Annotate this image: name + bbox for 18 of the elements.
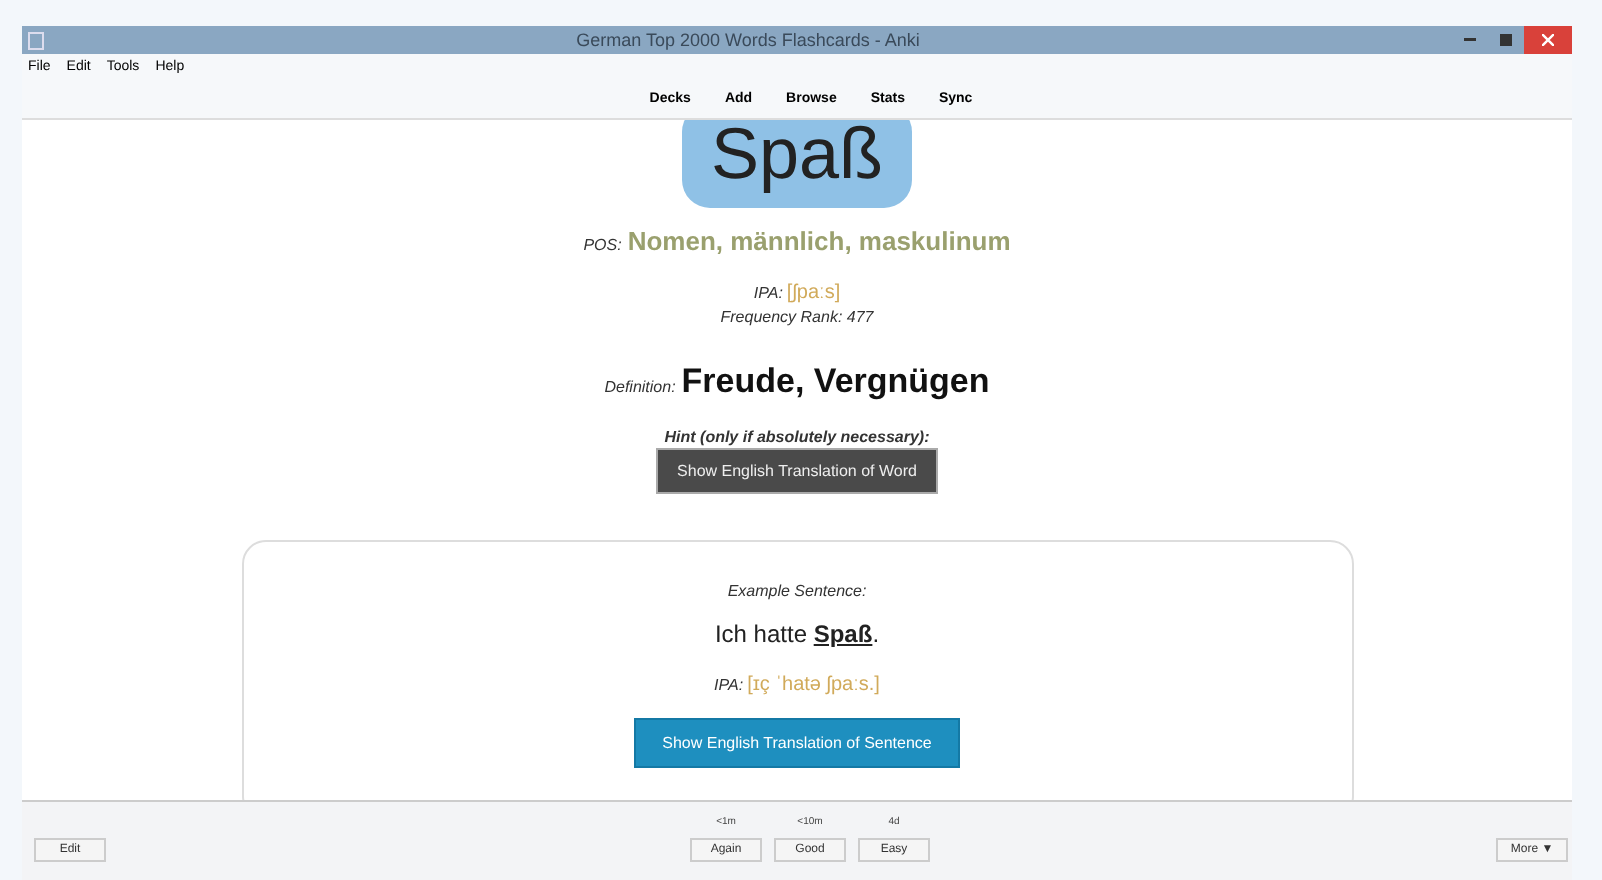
field-label: IPA: [753,284,783,302]
frequency-rank: Frequency Rank: 477 [720,308,874,326]
close-icon[interactable] [1524,26,1572,54]
flashcard-word: Spaß [682,120,912,208]
field-label: IPA: [714,676,744,694]
show-sentence-translation-button[interactable]: Show English Translation of Sentence [634,718,960,768]
hint-label: Hint (only if absolutely necessary): [664,428,930,446]
sentence-pronunciation: [ɪç ˈhatə ʃpaːs.] [747,674,880,696]
field-label: Definition: [604,378,676,396]
definition: Freude, Vergnügen [681,362,990,402]
app-icon [28,31,44,49]
window-title: German Top 2000 Words Flashcards - Anki [574,30,922,50]
show-translation-button[interactable]: Show English Translation of Word [655,448,939,494]
example-sentence: Ich hatte Spaß. [714,620,880,648]
field-label: POS: [583,236,622,254]
example-label: Example Sentence: [727,582,867,600]
pronunciation: [ʃpaːs] [786,282,841,304]
part-of-speech: Nomen, männlich, maskulinum [627,226,1011,256]
